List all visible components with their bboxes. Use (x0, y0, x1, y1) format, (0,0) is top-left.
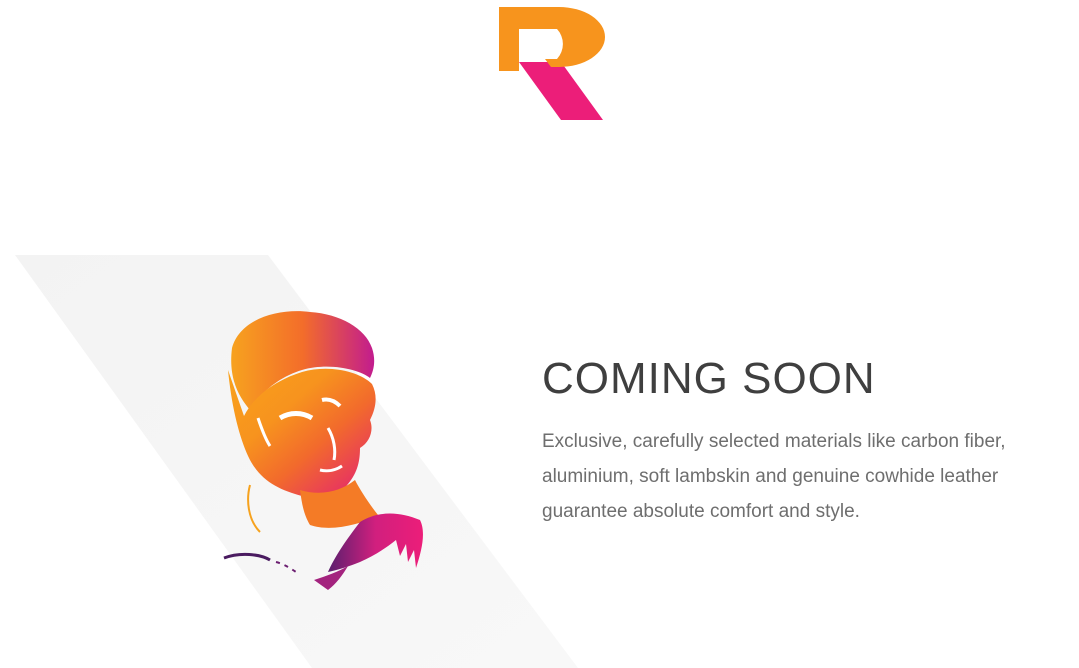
hero-text-block: COMING SOON Exclusive, carefully selecte… (542, 355, 1062, 529)
page: COMING SOON Exclusive, carefully selecte… (0, 0, 1079, 668)
watercolor-man-portrait-icon (223, 311, 423, 590)
hero-description: Exclusive, carefully selected materials … (542, 431, 1006, 522)
page-title: COMING SOON (542, 354, 876, 403)
r-logo-icon[interactable] (499, 7, 605, 121)
